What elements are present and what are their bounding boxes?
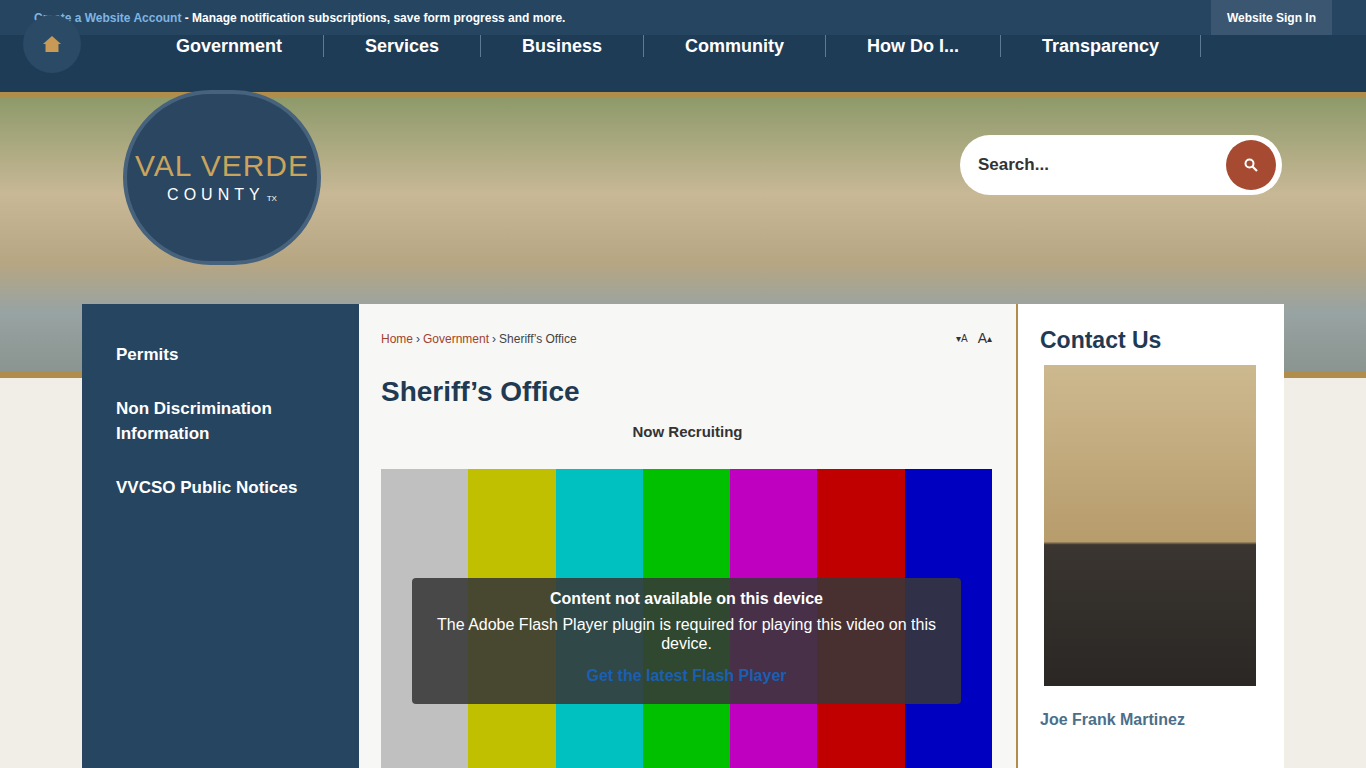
content: Permits Non Discrimination Information VVC… (82, 304, 1284, 768)
home-icon (42, 35, 62, 53)
sidebar-item[interactable]: Non Discrimination Information (116, 396, 339, 446)
nav-item[interactable]: Business (481, 35, 644, 57)
nav-item[interactable]: Transparency (1001, 35, 1201, 57)
contact-title: Contact Us (1040, 325, 1258, 355)
page-subtitle: Now Recruiting (381, 421, 994, 444)
nav-list: GovernmentServicesBusinessCommunityHow D… (135, 35, 1201, 57)
nav-item[interactable]: Community (644, 35, 826, 57)
search-placeholder: Search... (978, 152, 1226, 178)
logo-subtitle: COUNTY (167, 183, 265, 207)
nav-item[interactable]: How Do I... (826, 35, 1001, 57)
contact-panel: Contact Us Joe Frank Martinez (1016, 304, 1284, 768)
top-bar: Create a Website Account - Manage notifi… (0, 0, 1366, 35)
main-nav: GovernmentServicesBusinessCommunityHow D… (0, 35, 1366, 92)
sidebar: Permits Non Discrimination Information VVC… (82, 304, 359, 768)
breadcrumb: Home›Government›Sheriff’s Office (381, 330, 577, 348)
sidebar-item[interactable]: Permits (116, 342, 339, 367)
flash-message-title: Content not available on this device (550, 587, 823, 611)
logo-state: TX (267, 193, 277, 205)
page-title: Sheriff’s Office (381, 375, 994, 409)
account-notice: Create a Website Account - Manage notifi… (34, 9, 565, 27)
video-player[interactable]: Content not available on this device The … (381, 469, 992, 768)
font-size-button[interactable]: ▾A (956, 331, 968, 346)
flash-message-text: The Adobe Flash Player plugin is require… (432, 615, 941, 653)
breadcrumb-item: › (492, 330, 496, 348)
breadcrumb-item: › (416, 330, 420, 348)
contact-name[interactable]: Joe Frank Martinez (1040, 708, 1258, 732)
home-button[interactable] (23, 15, 81, 73)
flash-message: Content not available on this device The … (412, 578, 961, 704)
sheriff-photo (1044, 365, 1256, 686)
search-box[interactable]: Search... (960, 135, 1282, 195)
main-content: Home›Government›Sheriff’s Office▾AA▴Sher… (359, 304, 1016, 768)
search-icon (1244, 158, 1258, 172)
breadcrumb-item[interactable]: Home (381, 330, 413, 348)
page: Create a Website Account - Manage notifi… (0, 0, 1366, 768)
font-size-controls: ▾A A▴ (956, 328, 994, 349)
breadcrumb-item[interactable]: Government (423, 330, 489, 348)
logo-title: VAL VERDE (135, 149, 309, 183)
flash-player-link[interactable]: Get the latest Flash Player (586, 664, 786, 688)
search-button[interactable] (1226, 140, 1276, 190)
breadcrumb-item: Sheriff’s Office (499, 330, 577, 348)
sidebar-item[interactable]: VVCSO Public Notices (116, 475, 339, 500)
breadcrumb-row: Home›Government›Sheriff’s Office▾AA▴ (381, 328, 994, 349)
county-logo[interactable]: VAL VERDECOUNTYTX (123, 90, 321, 265)
font-size-button[interactable]: A▴ (978, 328, 992, 349)
sign-in-button[interactable]: Website Sign In (1211, 0, 1332, 35)
nav-item[interactable]: Services (324, 35, 481, 57)
nav-item[interactable]: Government (135, 35, 324, 57)
